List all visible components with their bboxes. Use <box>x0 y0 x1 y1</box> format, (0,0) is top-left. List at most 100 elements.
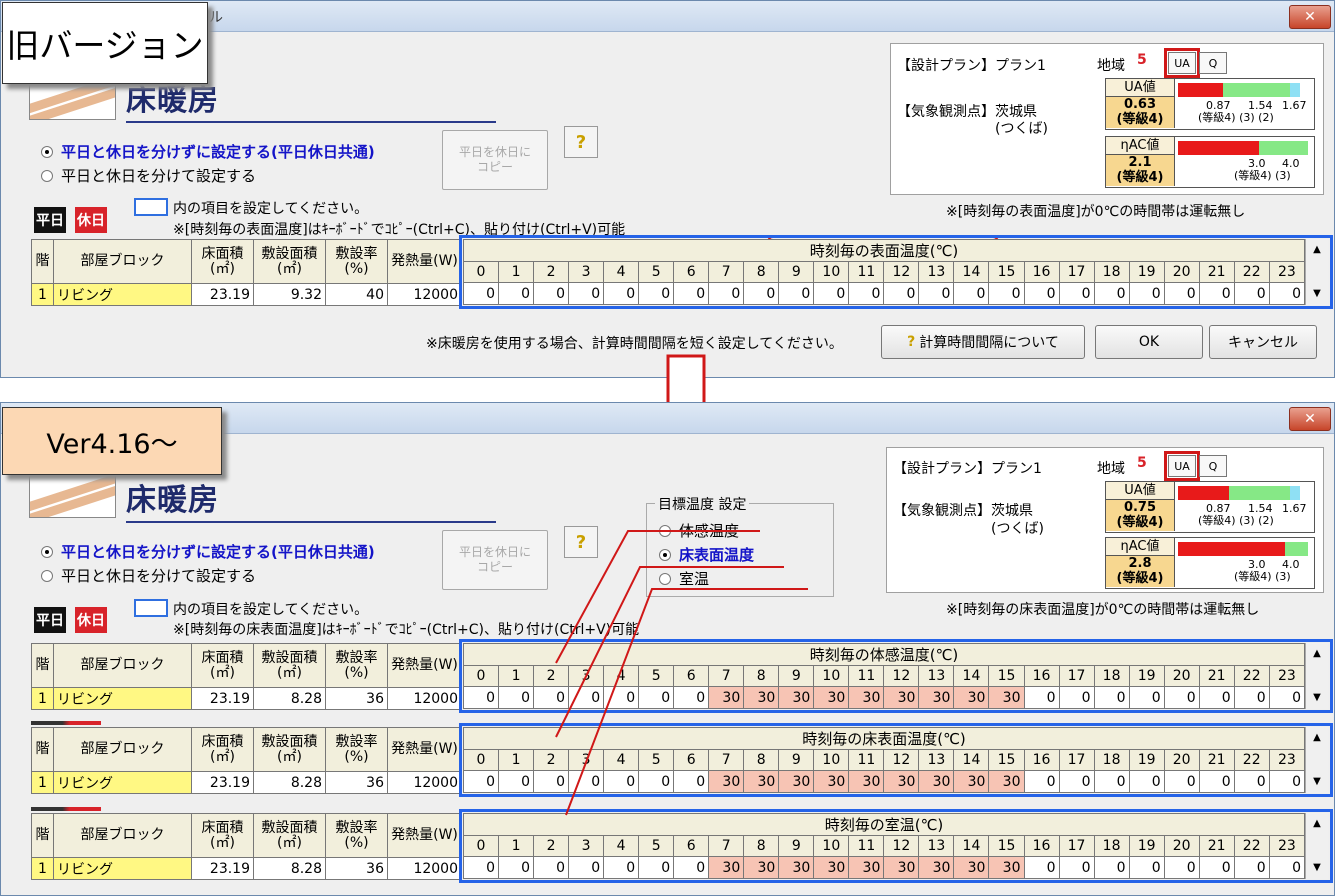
scroll-down-icon[interactable]: ▼ <box>1306 687 1328 709</box>
old-ok-button[interactable]: OK <box>1095 325 1203 359</box>
hour-value-cell[interactable]: 30 <box>988 686 1025 709</box>
hour-value-cell[interactable]: 0 <box>1058 856 1095 879</box>
hour-value-cell[interactable]: 0 <box>1128 770 1165 793</box>
hour-value-cell[interactable]: 30 <box>708 856 745 879</box>
old-close-button[interactable]: ✕ <box>1289 5 1331 29</box>
new-copy-button[interactable]: 平日を休日に コピー <box>442 530 548 590</box>
hour-value-cell[interactable]: 0 <box>462 770 500 793</box>
hour-value-cell[interactable]: 0 <box>498 770 535 793</box>
hour-value-cell[interactable]: 0 <box>988 282 1025 305</box>
hour-value-cell[interactable]: 0 <box>1198 770 1235 793</box>
hour-value-cell[interactable]: 0 <box>778 282 815 305</box>
hour-value-cell[interactable]: 0 <box>498 856 535 879</box>
hour-value-cell[interactable]: 0 <box>1023 770 1060 793</box>
new-row-cell[interactable]: 1 <box>31 857 54 880</box>
hour-value-cell[interactable]: 30 <box>988 856 1025 879</box>
old-cancel-button[interactable]: キャンセル <box>1209 325 1317 359</box>
hour-value-cell[interactable]: 0 <box>1163 770 1200 793</box>
table-row[interactable]: 1 リビング 23.19 8.28 36 12000 <box>31 687 462 710</box>
hour-value-cell[interactable]: 30 <box>813 856 850 879</box>
old-q-button[interactable]: Q <box>1199 52 1227 74</box>
hour-value-cell[interactable]: 0 <box>568 856 605 879</box>
old-cell-room[interactable]: リビング <box>53 283 192 306</box>
new-row-cell[interactable]: リビング <box>53 857 192 880</box>
hour-value-cell[interactable]: 0 <box>498 282 535 305</box>
hour-value-cell[interactable]: 0 <box>883 282 920 305</box>
hour-value-cell[interactable]: 0 <box>1023 282 1060 305</box>
hour-value-cell[interactable]: 0 <box>1128 282 1165 305</box>
hour-value-cell[interactable]: 0 <box>1268 770 1306 793</box>
scroll-up-icon[interactable]: ▲ <box>1306 727 1328 749</box>
new-row-cell[interactable]: 12000 <box>387 857 462 880</box>
hour-value-cell[interactable]: 0 <box>1268 686 1306 709</box>
hour-value-cell[interactable]: 0 <box>1233 686 1270 709</box>
hour-value-cell[interactable]: 30 <box>778 856 815 879</box>
hour-value-cell[interactable]: 0 <box>1093 282 1130 305</box>
hour-value-cell[interactable]: 0 <box>1163 686 1200 709</box>
hour-value-cell[interactable]: 0 <box>1093 856 1130 879</box>
old-cell-area[interactable]: 23.19 <box>191 283 254 306</box>
hour-value-cell[interactable]: 0 <box>533 686 570 709</box>
hour-value-cell[interactable]: 0 <box>918 282 955 305</box>
new-row-cell[interactable]: リビング <box>53 687 192 710</box>
hour-value-cell[interactable]: 0 <box>673 686 710 709</box>
hour-value-cell[interactable]: 0 <box>638 686 675 709</box>
old-help-icon[interactable]: ? <box>564 126 598 158</box>
hour-value-cell[interactable]: 30 <box>778 686 815 709</box>
hour-value-cell[interactable]: 0 <box>1128 686 1165 709</box>
hour-value-cell[interactable]: 0 <box>1128 856 1165 879</box>
hour-value-cell[interactable]: 30 <box>848 856 885 879</box>
hour-value-cell[interactable]: 0 <box>743 282 780 305</box>
hour-value-cell[interactable]: 0 <box>1023 856 1060 879</box>
hour-value-cell[interactable]: 0 <box>1163 282 1200 305</box>
scroll-up-icon[interactable]: ▲ <box>1306 813 1328 835</box>
hour-value-cell[interactable]: 30 <box>953 856 990 879</box>
scroll-down-icon[interactable]: ▼ <box>1306 283 1328 305</box>
new-row-cell[interactable]: 36 <box>325 857 388 880</box>
hour-value-cell[interactable]: 0 <box>568 770 605 793</box>
hour-value-cell[interactable]: 30 <box>743 770 780 793</box>
hour-value-cell[interactable]: 0 <box>1058 686 1095 709</box>
scroll-up-icon[interactable]: ▲ <box>1306 239 1328 261</box>
hour-value-cell[interactable]: 0 <box>708 282 745 305</box>
old-cell-heat[interactable]: 12000 <box>387 283 462 306</box>
hour-value-cell[interactable]: 0 <box>462 686 500 709</box>
hour-value-cell[interactable]: 0 <box>533 282 570 305</box>
hour-value-cell[interactable]: 30 <box>988 770 1025 793</box>
table-row[interactable]: 1 リビング 23.19 8.28 36 12000 <box>31 857 462 880</box>
new-row-cell[interactable]: 36 <box>325 771 388 794</box>
new-row-cell[interactable]: 12000 <box>387 687 462 710</box>
hour-value-cell[interactable]: 0 <box>462 856 500 879</box>
hour-value-cell[interactable]: 0 <box>603 686 640 709</box>
hour-value-cell[interactable]: 0 <box>1268 856 1306 879</box>
hour-value-cell[interactable]: 0 <box>568 282 605 305</box>
old-copy-button[interactable]: 平日を休日に コピー <box>442 130 548 190</box>
hour-grid-scrollbar[interactable]: ▲ ▼ <box>1305 813 1328 879</box>
hour-grid-scrollbar[interactable]: ▲ ▼ <box>1305 239 1328 305</box>
hour-value-cell[interactable]: 30 <box>778 770 815 793</box>
old-cell-floor[interactable]: 1 <box>31 283 54 306</box>
hour-value-cell[interactable]: 0 <box>1163 856 1200 879</box>
target-option-room[interactable]: 室温 <box>659 568 709 589</box>
hour-value-cell[interactable]: 30 <box>918 770 955 793</box>
hour-value-cell[interactable]: 0 <box>1268 282 1306 305</box>
hour-value-cell[interactable]: 30 <box>848 686 885 709</box>
target-option-floor-surface[interactable]: 床表面温度 <box>659 544 754 565</box>
new-row-cell[interactable]: 1 <box>31 687 54 710</box>
hour-value-cell[interactable]: 30 <box>743 686 780 709</box>
hour-value-cell[interactable]: 30 <box>918 856 955 879</box>
hour-value-cell[interactable]: 0 <box>1058 770 1095 793</box>
hour-value-cell[interactable]: 0 <box>603 770 640 793</box>
new-radio-separate[interactable]: 平日と休日を分けて設定する <box>41 565 256 586</box>
new-row-cell[interactable]: 23.19 <box>191 857 254 880</box>
new-row-cell[interactable]: 23.19 <box>191 771 254 794</box>
new-row-cell[interactable]: 1 <box>31 771 54 794</box>
hour-value-cell[interactable]: 30 <box>918 686 955 709</box>
hour-value-cell[interactable]: 30 <box>848 770 885 793</box>
hour-value-cell[interactable]: 0 <box>638 856 675 879</box>
new-row-cell[interactable]: 12000 <box>387 771 462 794</box>
hour-value-cell[interactable]: 0 <box>813 282 850 305</box>
scroll-down-icon[interactable]: ▼ <box>1306 771 1328 793</box>
hour-value-cell[interactable]: 0 <box>1093 770 1130 793</box>
new-radio-common[interactable]: 平日と休日を分けずに設定する(平日休日共通) <box>41 541 375 562</box>
